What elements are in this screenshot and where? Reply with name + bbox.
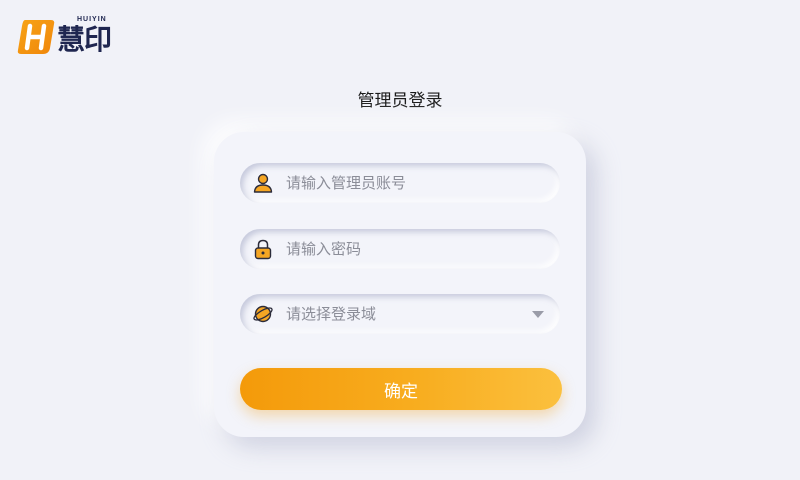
confirm-button[interactable]: 确定 (240, 368, 562, 410)
account-field[interactable] (240, 163, 560, 203)
logo-text-cn: 慧印 (57, 23, 112, 56)
user-icon (253, 173, 273, 193)
logo-text-en: HUIYIN (77, 16, 107, 23)
password-input[interactable] (286, 229, 526, 269)
globe-icon (253, 305, 273, 323)
domain-select[interactable]: 请选择登录域 (240, 294, 560, 334)
domain-select-placeholder: 请选择登录域 (286, 305, 377, 323)
page-title: 管理员登录 (357, 91, 443, 111)
account-input[interactable] (286, 163, 526, 203)
logo-h-icon (17, 20, 55, 54)
password-field[interactable] (240, 229, 560, 269)
login-card: 请选择登录域 确定 (214, 132, 586, 437)
brand-logo: HUIYIN 慧印 (17, 16, 127, 58)
chevron-down-icon[interactable] (532, 311, 544, 318)
lock-icon (254, 239, 272, 260)
